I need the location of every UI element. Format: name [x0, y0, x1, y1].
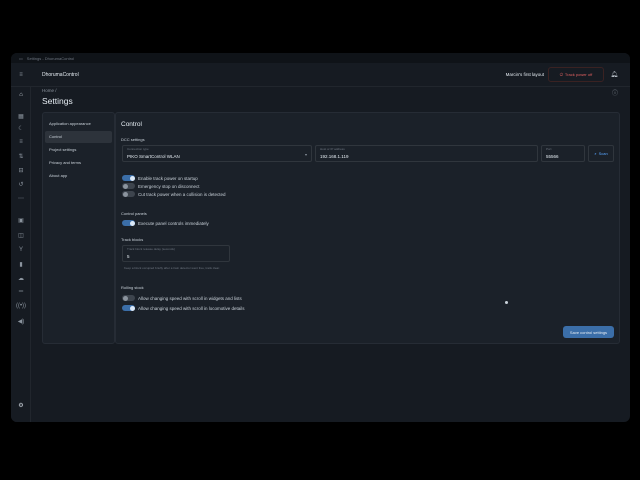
execute-panel-toggle[interactable]	[122, 220, 135, 226]
layout-name[interactable]: Marcin's first layout	[506, 72, 544, 77]
sound-icon[interactable]: ◀)	[11, 318, 31, 325]
broadcast-icon[interactable]: ((•))	[11, 303, 31, 309]
app-window: ▭ Settings - DhorumaControl ≡ DhorumaCon…	[11, 53, 630, 422]
bell-icon[interactable]: 🔔︎	[610, 71, 618, 78]
subnav-item-control[interactable]: Control	[45, 131, 112, 143]
history-icon[interactable]: ↺	[11, 181, 31, 188]
subnav-item-project[interactable]: Project settings	[45, 144, 112, 156]
fork-icon[interactable]: Y	[11, 247, 31, 253]
track-power-label: Track power off	[564, 72, 593, 77]
toggle-row-execute-panel[interactable]: Execute panel controls immediately	[122, 219, 209, 227]
host-field[interactable]: Host or IP address 192.168.1.119	[315, 145, 538, 162]
mouse-cursor	[505, 301, 508, 304]
track-power-button[interactable]: ⏻ Track power off	[548, 67, 604, 82]
toggle-label: Allow changing speed with scroll in loco…	[138, 305, 245, 311]
section-title: Control	[121, 121, 142, 128]
control-panels-heading: Control panels	[121, 211, 147, 216]
scroll-widgets-toggle[interactable]	[122, 295, 135, 301]
cloud-icon[interactable]: ☁	[11, 275, 31, 282]
toggle-label: Enable track power on startup	[138, 175, 198, 181]
toggle-label: Cut track power when a collision is dete…	[138, 191, 226, 197]
toggle-label: Emergency stop on disconnect	[138, 183, 200, 189]
nav-rail: ⌂ ▦ ☾ ≡ ⇅ ⊟ ↺ ⋯ ▣ ◫ Y ▮ ☁ ═ ((•)) ◀) ⚙	[11, 87, 31, 422]
track-blocks-heading: Track blocks	[121, 237, 144, 242]
block-release-helper: Keep a block occupied briefly after a tr…	[124, 266, 220, 270]
grid-icon[interactable]: ▣	[11, 217, 31, 224]
connection-type-value: PIKO SmartControl WLAN	[127, 154, 180, 159]
host-label: Host or IP address	[320, 147, 345, 151]
toggle-row-collision[interactable]: Cut track power when a collision is dete…	[122, 190, 226, 198]
toggle-label: Execute panel controls immediately	[138, 220, 209, 226]
port-label: Port	[546, 147, 552, 151]
control-settings-panel: Control DCC settings Connection type PIK…	[115, 112, 620, 344]
scan-button[interactable]: ⌕ Scan	[588, 145, 614, 162]
block-release-delay-field[interactable]: Track block release delay (seconds) 5	[122, 245, 230, 262]
subnav-item-about[interactable]: About app	[45, 170, 112, 182]
breadcrumb[interactable]: Home /	[42, 88, 57, 93]
save-control-settings-button[interactable]: Save control settings	[563, 326, 614, 338]
home-icon[interactable]: ⌂	[11, 92, 31, 98]
list-add-icon[interactable]: ≡	[11, 139, 31, 145]
subnav-item-appearance[interactable]: Application appearance	[45, 118, 112, 130]
port-value: 55566	[546, 154, 559, 159]
toggle-row-emergency-stop[interactable]: Emergency stop on disconnect	[122, 182, 200, 190]
track-icon[interactable]: ═	[11, 289, 31, 295]
app-name: DhorumaControl	[42, 71, 79, 78]
window-icon: ▭	[19, 55, 23, 61]
page-title: Settings	[42, 96, 73, 106]
scroll-locomotive-toggle[interactable]	[122, 305, 135, 311]
emergency-stop-toggle[interactable]	[122, 183, 135, 189]
app-bar: ≡ DhorumaControl Marcin's first layout ⏻…	[11, 63, 630, 87]
layout-icon[interactable]: ◫	[11, 232, 31, 239]
window-title: Settings - DhorumaControl	[26, 55, 75, 61]
toggle-row-scroll-locomotive[interactable]: Allow changing speed with scroll in loco…	[122, 304, 245, 312]
port-field[interactable]: Port 55566	[541, 145, 585, 162]
track-power-startup-toggle[interactable]	[122, 175, 135, 181]
toggle-row-track-power[interactable]: Enable track power on startup	[122, 174, 198, 182]
train-icon[interactable]: ⊟	[11, 167, 31, 174]
toggle-row-scroll-widgets[interactable]: Allow changing speed with scroll in widg…	[122, 294, 242, 302]
chevron-down-icon: ▾	[304, 152, 307, 157]
signal-icon[interactable]: ▮	[11, 261, 31, 268]
more-icon[interactable]: ⋯	[11, 195, 31, 202]
settings-subnav: Application appearance Control Project s…	[42, 112, 115, 344]
window-titlebar: ▭ Settings - DhorumaControl	[11, 53, 630, 63]
subnav-item-privacy[interactable]: Privacy and terms	[45, 157, 112, 169]
toggle-label: Allow changing speed with scroll in widg…	[138, 295, 242, 301]
theme-icon[interactable]: ☾	[11, 125, 31, 132]
swap-icon[interactable]: ⇅	[11, 153, 31, 160]
host-value: 192.168.1.119	[320, 154, 349, 159]
help-icon[interactable]: ⓘ	[612, 88, 618, 97]
dcc-heading: DCC settings	[121, 137, 145, 142]
block-release-delay-value: 5	[127, 254, 130, 259]
collision-cut-toggle[interactable]	[122, 191, 135, 197]
dashboard-icon[interactable]: ▦	[11, 113, 31, 120]
menu-icon[interactable]: ≡	[11, 72, 31, 78]
scan-label: Scan	[598, 151, 608, 156]
power-icon: ⏻	[559, 72, 563, 77]
block-release-delay-label: Track block release delay (seconds)	[127, 247, 175, 251]
rolling-stock-heading: Rolling stock	[121, 285, 144, 290]
gear-icon[interactable]: ⚙	[11, 402, 31, 409]
connection-type-label: Connection type	[127, 147, 149, 151]
connection-type-select[interactable]: Connection type PIKO SmartControl WLAN ▾	[122, 145, 312, 162]
search-icon: ⌕	[594, 151, 597, 156]
